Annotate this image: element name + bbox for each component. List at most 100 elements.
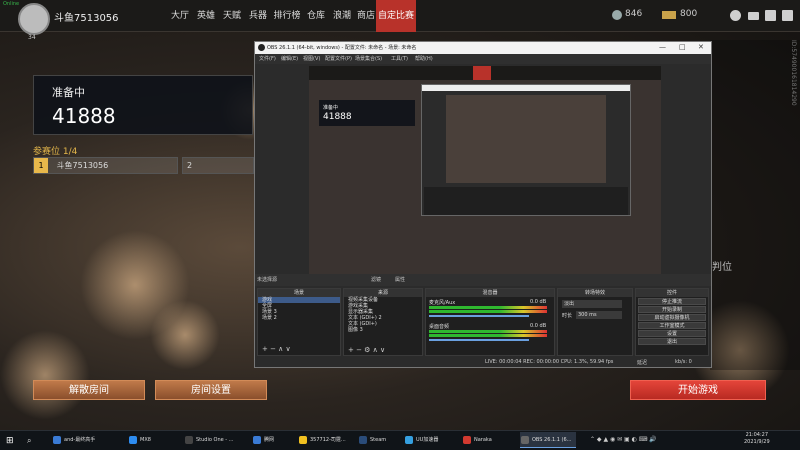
windows-start-icon[interactable]: ⊞ xyxy=(6,436,14,446)
stop-stream-button[interactable]: 停止推流 xyxy=(638,298,706,305)
obs-preview[interactable]: 准备中 41888 xyxy=(309,66,661,286)
avatar[interactable] xyxy=(18,3,50,35)
scenes-header: 场景 xyxy=(258,289,340,297)
delay-label: 延迟 xyxy=(637,360,648,366)
settings-button[interactable]: 设置 xyxy=(638,330,706,337)
duration-label: 时长 xyxy=(562,313,573,319)
taskbar-item[interactable]: UU加速器 xyxy=(404,432,458,448)
preview-active-tab xyxy=(473,66,491,80)
settings-icon[interactable] xyxy=(765,10,776,21)
nav-talents[interactable]: 天赋 xyxy=(220,0,244,32)
maximize-icon[interactable]: □ xyxy=(679,43,686,51)
taskbar-item[interactable]: MX8 xyxy=(128,432,180,448)
properties-button[interactable]: 属性 xyxy=(395,276,405,283)
close-icon[interactable]: ✕ xyxy=(698,43,704,51)
nav-lobby[interactable]: 大厅 xyxy=(168,0,192,32)
volume-slider[interactable] xyxy=(429,315,529,317)
nav-custom-match[interactable]: 自定比赛 xyxy=(376,0,416,32)
taskbar-item[interactable]: 357712-司霆... xyxy=(298,432,354,448)
search-icon[interactable]: ⌕ xyxy=(27,436,31,446)
transitions-header: 转场特效 xyxy=(558,289,632,297)
taskbar-item-obs[interactable]: OBS 26.1.1 (6... xyxy=(520,432,576,448)
duration-input[interactable]: 300 ms xyxy=(576,311,622,319)
currency-icon xyxy=(612,10,622,20)
gold-bar-icon xyxy=(662,11,676,19)
volume-slider[interactable] xyxy=(429,339,529,341)
audio-meter xyxy=(429,310,547,313)
scene-item[interactable]: 场景 2 xyxy=(258,315,340,321)
minimize-icon[interactable]: — xyxy=(659,43,666,51)
slot-number: 1 xyxy=(34,158,48,173)
gold-amount: 800 xyxy=(680,9,698,19)
side-panel-label: 判位 xyxy=(712,262,732,273)
nav-heroes[interactable]: 英雄 xyxy=(194,0,218,32)
nested-titlebar xyxy=(422,85,630,91)
username: 斗鱼7513056 xyxy=(54,13,119,24)
currency-amount: 846 xyxy=(625,9,643,19)
menu-file[interactable]: 文件(F) xyxy=(259,55,276,62)
obs-window: OBS 26.1.1 (64-bit, windows) - 配置文件: 未命名… xyxy=(254,41,712,368)
start-recording-button[interactable]: 开始录制 xyxy=(638,306,706,313)
taskbar-clock[interactable]: 21:04:27 2021/9/29 xyxy=(744,432,770,446)
side-panel xyxy=(710,40,800,370)
mixer-dock: 混音器 麦克风/Aux 0.0 dB 桌面音频 0.0 dB xyxy=(425,288,555,356)
help-icon[interactable] xyxy=(730,10,741,21)
studio-mode-button[interactable]: 工作室模式 xyxy=(638,322,706,329)
mixer-track-name: 麦克风/Aux xyxy=(429,300,456,306)
mixer-track-db: 0.0 dB xyxy=(530,299,547,305)
slot-1[interactable]: 1 斗鱼7513056 xyxy=(33,157,178,174)
preview-room-id: 41888 xyxy=(323,112,352,122)
menu-edit[interactable]: 编辑(E) xyxy=(281,55,298,62)
taskbar-item[interactable]: and-最终高手 xyxy=(52,432,124,448)
taskbar-item[interactable]: Studio One - ... xyxy=(184,432,248,448)
source-add-remove-icons[interactable]: + − ⚙ ∧ ∨ xyxy=(348,346,385,354)
sources-header: 来源 xyxy=(344,289,422,297)
nav-ranking[interactable]: 排行榜 xyxy=(272,0,302,32)
menu-scene-collection[interactable]: 场景集合(S) xyxy=(355,55,382,62)
transition-select[interactable]: 淡出 xyxy=(562,300,622,308)
mixer-track-db: 0.0 dB xyxy=(530,323,547,329)
exit-icon[interactable] xyxy=(782,10,793,21)
room-settings-button[interactable]: 房间设置 xyxy=(155,380,267,400)
menu-help[interactable]: 帮助(H) xyxy=(415,55,433,62)
player-level: 34 xyxy=(28,34,36,41)
bitrate: kb/s: 0 xyxy=(675,359,692,365)
slot-2[interactable]: 2 xyxy=(182,157,254,174)
virtual-camera-button[interactable]: 启动虚拟摄像机 xyxy=(638,314,706,321)
taskbar-item[interactable]: Steam xyxy=(358,432,400,448)
nav-warehouse[interactable]: 仓库 xyxy=(304,0,328,32)
taskbar-item[interactable]: 腾网 xyxy=(252,432,294,448)
scene-add-remove-icons[interactable]: + − ∧ ∨ xyxy=(262,345,291,353)
bokeh-light xyxy=(0,330,90,420)
dissolve-room-button[interactable]: 解散房间 xyxy=(33,380,145,400)
bokeh-light xyxy=(150,300,220,370)
nav-weapons[interactable]: 兵器 xyxy=(246,0,270,32)
menu-view[interactable]: 视图(V) xyxy=(303,55,320,62)
stream-status: LIVE: 00:00:04 REC: 00:00:00 CPU: 1.3%, … xyxy=(485,359,614,365)
controls-header: 控件 xyxy=(636,289,708,297)
room-id: 41888 xyxy=(52,104,116,128)
start-game-button[interactable]: 开始游戏 xyxy=(630,380,766,400)
exit-button[interactable]: 退出 xyxy=(638,338,706,345)
preview-prep-label: 准备中 xyxy=(323,105,339,111)
clock-time: 21:04:27 xyxy=(745,432,769,438)
system-tray-icons[interactable]: ⌃ ◆ ▲ ◉ ✉ ▣ ◐ ⌨ 🔊 xyxy=(590,436,657,443)
obs-status-bar: LIVE: 00:00:04 REC: 00:00:00 CPU: 1.3%, … xyxy=(255,357,711,367)
taskbar-item[interactable]: Naraka xyxy=(462,432,516,448)
online-status: Online xyxy=(3,1,20,7)
transitions-dock: 转场特效 淡出 时长 300 ms xyxy=(557,288,633,356)
obs-logo-icon xyxy=(258,44,265,51)
controls-dock: 控件 停止推流 开始录制 启动虚拟摄像机 工作室模式 设置 退出 xyxy=(635,288,709,356)
slot-number: 2 xyxy=(187,161,193,170)
obs-source-toolbar xyxy=(255,274,711,286)
menu-tools[interactable]: 工具(T) xyxy=(391,55,408,62)
menu-profile[interactable]: 配置文件(P) xyxy=(325,55,352,62)
obs-menubar xyxy=(255,54,711,64)
nav-tide[interactable]: 浪潮 xyxy=(330,0,354,32)
nav-shop[interactable]: 商店 xyxy=(354,0,378,32)
slot-player-name: 斗鱼7513056 xyxy=(56,161,109,170)
obs-window-title: OBS 26.1.1 (64-bit, windows) - 配置文件: 未命名… xyxy=(267,45,417,51)
filters-button[interactable]: 滤镜 xyxy=(371,276,381,283)
source-item[interactable]: 图像 3 xyxy=(344,327,422,333)
mail-icon[interactable] xyxy=(748,12,759,20)
